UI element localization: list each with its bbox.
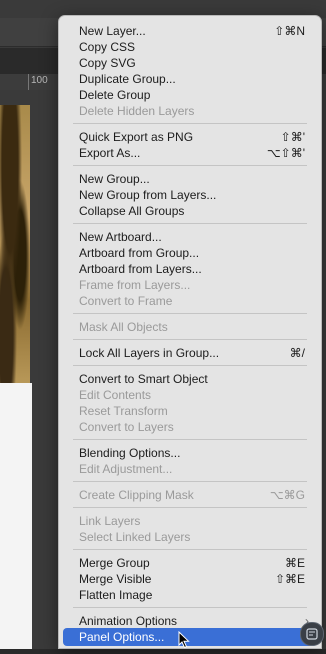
menu-item-copy-svg[interactable]: Copy SVG [63, 55, 317, 71]
menu-item-link-layers: Link Layers [63, 513, 317, 529]
menu-item-delete-hidden-layers: Delete Hidden Layers [63, 103, 317, 119]
menu-item-label: Artboard from Layers... [79, 262, 202, 276]
menu-item-label: Delete Group [79, 88, 151, 102]
menu-item-artboard-from-layers[interactable]: Artboard from Layers... [63, 261, 317, 277]
menu-item-export-as[interactable]: Export As... ⌥⇧⌘' [63, 145, 317, 161]
menu-item-new-group[interactable]: New Group... [63, 171, 317, 187]
menu-separator [73, 481, 307, 482]
menu-separator [73, 607, 307, 608]
canvas-image [0, 105, 30, 383]
menu-item-duplicate-group[interactable]: Duplicate Group... [63, 71, 317, 87]
menu-item-delete-group[interactable]: Delete Group [63, 87, 317, 103]
menu-item-label: Copy SVG [79, 56, 136, 70]
menu-item-label: Convert to Frame [79, 294, 173, 308]
menu-item-shortcut: ⇧⌘' [280, 130, 305, 144]
menu-separator [73, 439, 307, 440]
menu-item-label: Edit Contents [79, 388, 152, 402]
canvas-artboard [0, 383, 32, 649]
menu-item-label: Lock All Layers in Group... [79, 346, 220, 360]
menu-item-copy-css[interactable]: Copy CSS [63, 39, 317, 55]
menu-item-label: Artboard from Group... [79, 246, 200, 260]
menu-item-label: Edit Adjustment... [79, 462, 173, 476]
menu-separator [73, 223, 307, 224]
menu-item-shortcut: ⌥⇧⌘' [266, 146, 305, 160]
menu-item-blending-options[interactable]: Blending Options... [63, 445, 317, 461]
menu-item-convert-to-frame: Convert to Frame [63, 293, 317, 309]
menu-item-label: Mask All Objects [79, 320, 168, 334]
menu-item-label: Create Clipping Mask [79, 488, 194, 502]
menu-item-label: Duplicate Group... [79, 72, 176, 86]
menu-item-quick-export-as-png[interactable]: Quick Export as PNG ⇧⌘' [63, 129, 317, 145]
menu-item-lock-all-layers-in-group[interactable]: Lock All Layers in Group... ⌘/ [63, 345, 317, 361]
menu-item-shortcut: ⌥⌘G [269, 488, 305, 502]
ruler-label: 100 [31, 75, 48, 86]
menu-item-label: Link Layers [79, 514, 141, 528]
menu-item-shortcut: ⇧⌘E [274, 572, 305, 586]
menu-item-label: Merge Group [79, 556, 150, 570]
menu-item-select-linked-layers: Select Linked Layers [63, 529, 317, 545]
menu-separator [73, 365, 307, 366]
menu-item-convert-to-smart-object[interactable]: Convert to Smart Object [63, 371, 317, 387]
menu-item-mask-all-objects: Mask All Objects [63, 319, 317, 335]
menu-item-label: Flatten Image [79, 588, 153, 602]
menu-separator [73, 339, 307, 340]
menu-item-collapse-all-groups[interactable]: Collapse All Groups [63, 203, 317, 219]
layers-context-menu: New Layer... ⇧⌘N Copy CSS Copy SVG Duplicate… [58, 15, 322, 649]
menu-item-flatten-image[interactable]: Flatten Image [63, 587, 317, 603]
menu-item-label: New Group from Layers... [79, 188, 217, 202]
menu-item-new-layer[interactable]: New Layer... ⇧⌘N [63, 23, 317, 39]
mouse-pointer-icon [178, 630, 190, 654]
menu-item-label: New Layer... [79, 24, 146, 38]
menu-item-new-artboard[interactable]: New Artboard... [63, 229, 317, 245]
menu-item-panel-options[interactable]: Panel Options... [63, 628, 317, 646]
menu-separator [73, 123, 307, 124]
menu-item-label: Blending Options... [79, 446, 181, 460]
menu-item-create-clipping-mask: Create Clipping Mask ⌥⌘G [63, 487, 317, 503]
menu-item-label: Export As... [79, 146, 141, 160]
ruler-tick [28, 74, 29, 90]
menu-item-artboard-from-group[interactable]: Artboard from Group... [63, 245, 317, 261]
menu-item-new-group-from-layers[interactable]: New Group from Layers... [63, 187, 317, 203]
menu-item-edit-contents: Edit Contents [63, 387, 317, 403]
menu-item-label: Copy CSS [79, 40, 136, 54]
menu-item-merge-visible[interactable]: Merge Visible ⇧⌘E [63, 571, 317, 587]
menu-item-convert-to-layers: Convert to Layers [63, 419, 317, 435]
menu-item-label: New Artboard... [79, 230, 162, 244]
menu-item-merge-group[interactable]: Merge Group ⌘E [63, 555, 317, 571]
menu-item-label: Convert to Layers [79, 420, 174, 434]
menu-item-shortcut: ⌘/ [289, 346, 305, 360]
menu-item-label: Animation Options [79, 614, 178, 628]
menu-item-label: Frame from Layers... [79, 278, 191, 292]
menu-item-label: Delete Hidden Layers [79, 104, 195, 118]
menu-item-shortcut: ⌘E [284, 556, 305, 570]
menu-item-label: Merge Visible [79, 572, 152, 586]
menu-item-label: Quick Export as PNG [79, 130, 194, 144]
menu-item-label: Convert to Smart Object [79, 372, 208, 386]
menu-item-label: Select Linked Layers [79, 530, 191, 544]
menu-item-label: Collapse All Groups [79, 204, 185, 218]
menu-item-edit-adjustment: Edit Adjustment... [63, 461, 317, 477]
menu-item-shortcut: ⇧⌘N [274, 24, 305, 38]
menu-item-label: New Group... [79, 172, 150, 186]
menu-separator [73, 165, 307, 166]
menu-separator [73, 507, 307, 508]
assistant-icon[interactable] [300, 622, 324, 646]
menu-item-label: Reset Transform [79, 404, 168, 418]
menu-separator [73, 549, 307, 550]
menu-separator [73, 313, 307, 314]
menu-item-frame-from-layers: Frame from Layers... [63, 277, 317, 293]
menu-item-reset-transform: Reset Transform [63, 403, 317, 419]
menu-item-animation-options[interactable]: Animation Options › [63, 613, 317, 629]
menu-item-label: Panel Options... [79, 630, 165, 644]
